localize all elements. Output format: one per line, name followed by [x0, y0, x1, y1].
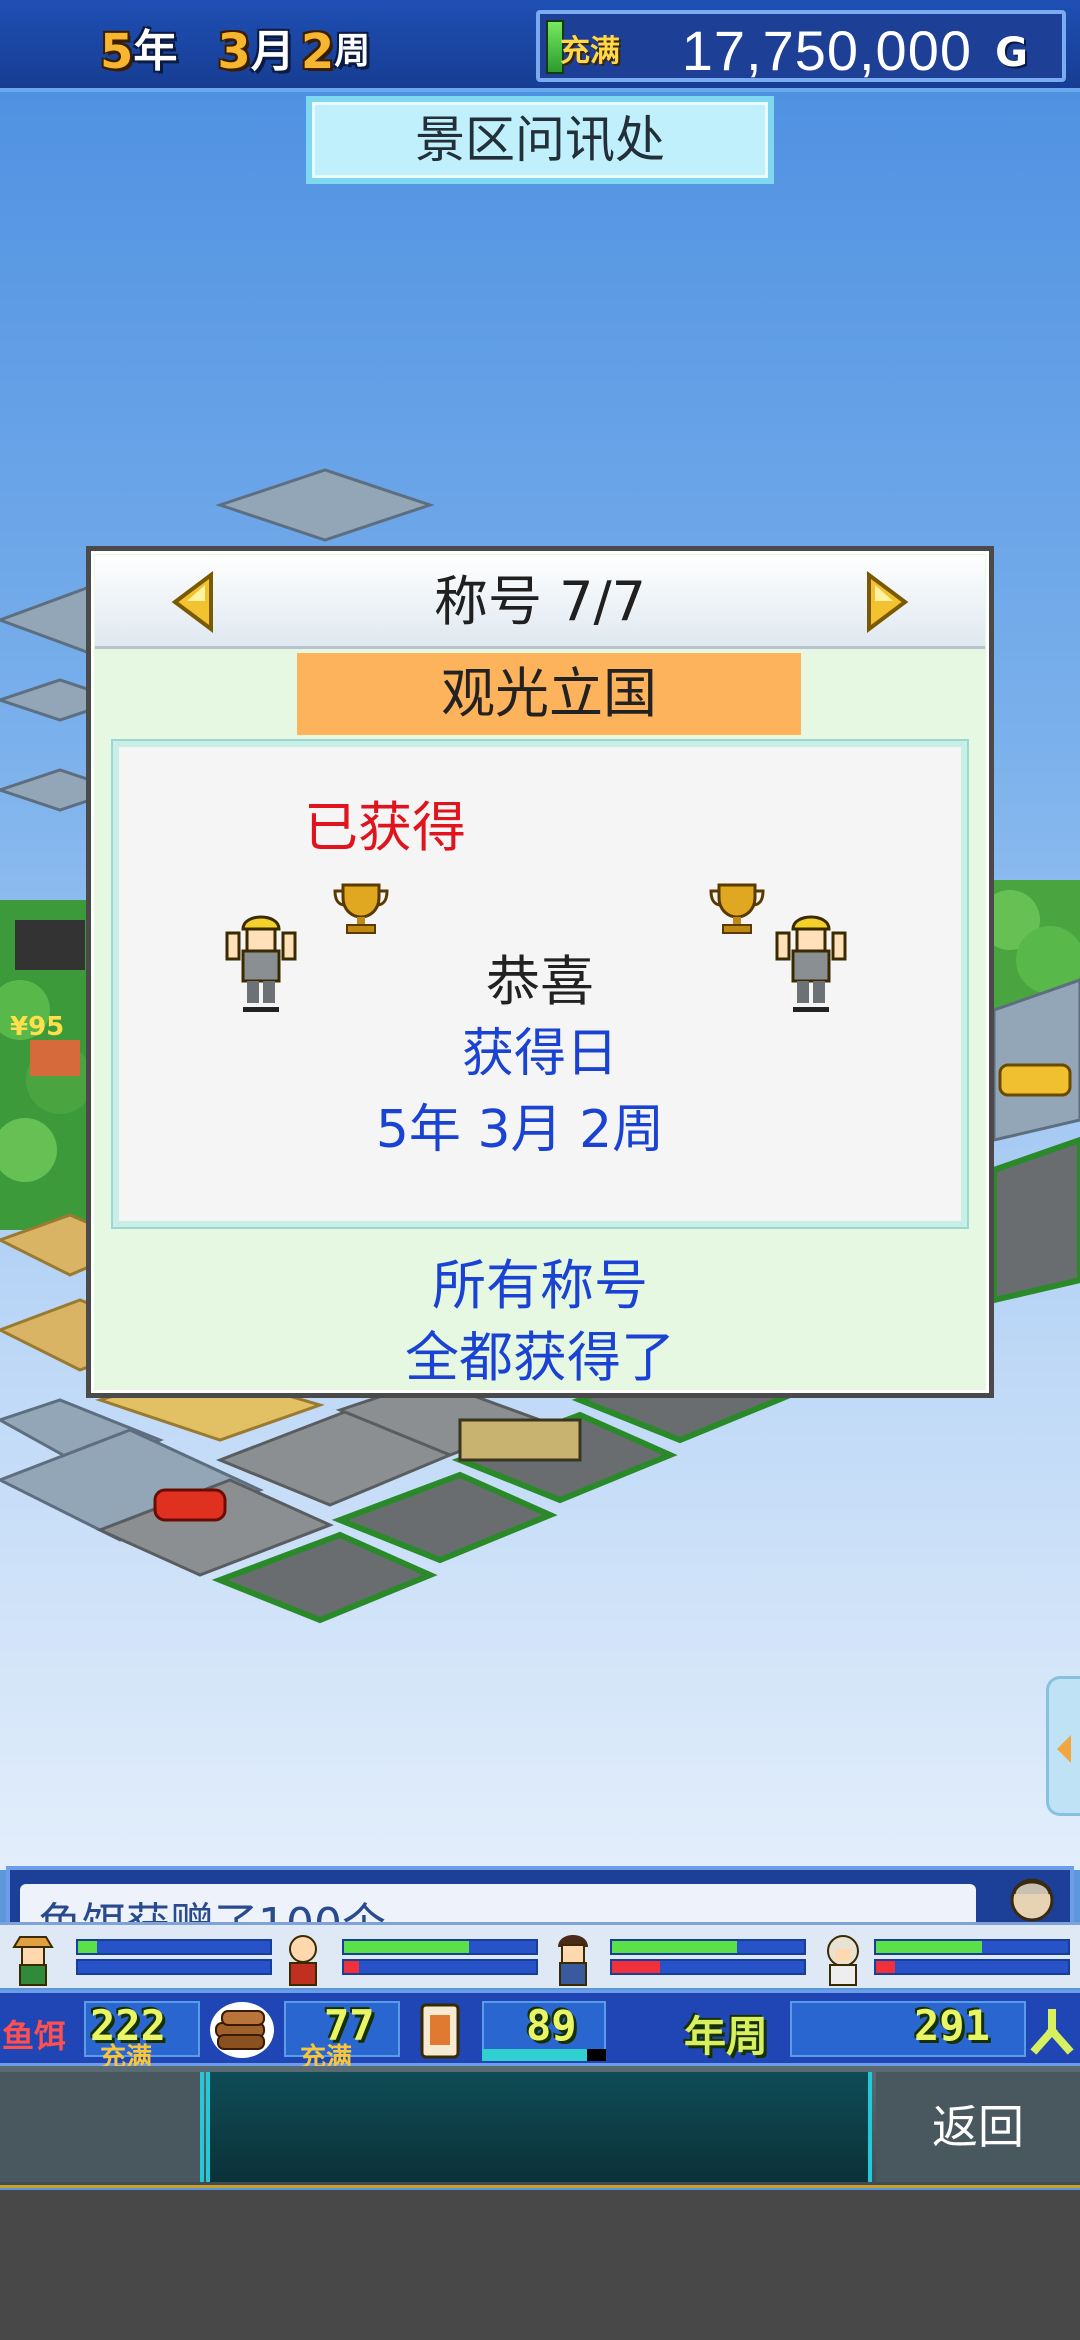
- staff-bar: [874, 1939, 1070, 1955]
- game-date: 5 年 3 月 2 周: [100, 12, 370, 82]
- funds-value: 17,750,000: [681, 19, 972, 82]
- month-number: 3: [217, 24, 251, 80]
- item-gauge: [482, 2049, 606, 2061]
- arrow-left-icon[interactable]: [165, 571, 225, 633]
- bottom-nav: 返回: [0, 2066, 1080, 2188]
- obtained-date-label: 获得日: [461, 1024, 618, 1084]
- card-icon[interactable]: [418, 2001, 462, 2061]
- staff-bars: [342, 1939, 538, 1979]
- all-titles-line2: 全都获得了: [405, 1326, 675, 1389]
- staff-member[interactable]: [270, 1925, 540, 1991]
- trophy-icon: [333, 883, 389, 934]
- staff-bar: [874, 1959, 1070, 1975]
- congrats-text: 恭喜: [486, 950, 594, 1013]
- person-icon: [289, 1935, 317, 1986]
- achievement-panel: 已获得 恭喜 获得日 5年 3月 2周: [113, 741, 967, 1227]
- staff-bar: [76, 1959, 272, 1975]
- staff-bar: [76, 1939, 272, 1955]
- staff-member[interactable]: [810, 1925, 1080, 1991]
- advisor-avatar-icon: [1010, 1878, 1054, 1922]
- staff-bar: [342, 1939, 538, 1955]
- obtained-date-value: 5年 3月 2周: [375, 1100, 665, 1160]
- person-icon: [558, 1935, 588, 1986]
- nav-center-slot: [206, 2072, 872, 2182]
- trophy-icon: [709, 883, 765, 934]
- staff-bars: [76, 1939, 272, 1979]
- staff-status-row: [0, 1922, 1080, 1988]
- people-value: 291: [914, 2001, 990, 2050]
- obtained-status: 已获得: [304, 796, 466, 859]
- funds-display[interactable]: 充满 17,750,000 G: [536, 10, 1066, 82]
- price-tag: ¥95: [10, 1012, 64, 1042]
- arrow-right-icon[interactable]: [855, 571, 915, 633]
- staff-bar: [342, 1959, 538, 1975]
- resource-bar: 鱼饵 222 充满 77 充满 89 年周 291: [0, 1990, 1080, 2073]
- bottom-filler: [0, 2190, 1080, 2340]
- staff-bars: [874, 1939, 1070, 1979]
- dialog-header: 称号 7/7: [95, 555, 985, 649]
- person-icon: [1030, 2009, 1074, 2055]
- item-value: 89: [526, 2001, 577, 2050]
- side-panel-tab[interactable]: [1046, 1676, 1080, 1816]
- all-titles-line1: 所有称号: [432, 1254, 648, 1317]
- chevron-left-icon: [1057, 1735, 1071, 1763]
- bait-label: 鱼饵: [2, 2017, 67, 2055]
- year-number: 5: [100, 24, 134, 80]
- title-name-banner: 观光立国: [297, 653, 801, 735]
- staff-bar: [610, 1959, 806, 1975]
- funds-tag: 充满: [560, 34, 620, 69]
- staff-member[interactable]: [0, 1925, 272, 1991]
- year-unit: 年: [133, 26, 178, 77]
- back-button[interactable]: 返回: [876, 2072, 1080, 2182]
- staff-bar: [610, 1939, 806, 1955]
- title-dialog: 称号 7/7 观光立国 已获得 恭喜 获得日 5年 3月 2周 所有称号 全都获…: [86, 546, 994, 1398]
- dialog-title: 称号 7/7: [433, 570, 647, 633]
- person-icon: [12, 1936, 54, 1986]
- week-unit: 周: [334, 31, 371, 72]
- staff-member[interactable]: [540, 1925, 810, 1991]
- nav-left-slot[interactable]: [0, 2072, 204, 2182]
- week-label: 年周: [684, 2012, 769, 2061]
- top-status-bar: 5 年 3 月 2 周 充满 17,750,000 G: [0, 0, 1080, 92]
- message-box: 鱼饵获赠了100个: [20, 1884, 976, 1926]
- location-label: 景区问讯处: [306, 96, 774, 184]
- message-text: 鱼饵获赠了100个: [38, 1899, 386, 1926]
- log-icon[interactable]: [206, 1997, 278, 2063]
- message-ticker[interactable]: 鱼饵获赠了100个: [6, 1866, 1074, 1926]
- people-box[interactable]: [790, 2001, 1026, 2057]
- currency-unit: G: [995, 30, 1028, 76]
- person-icon: [827, 1935, 859, 1986]
- month-unit: 月: [250, 26, 295, 77]
- staff-bars: [610, 1939, 806, 1979]
- week-number: 2: [300, 24, 335, 80]
